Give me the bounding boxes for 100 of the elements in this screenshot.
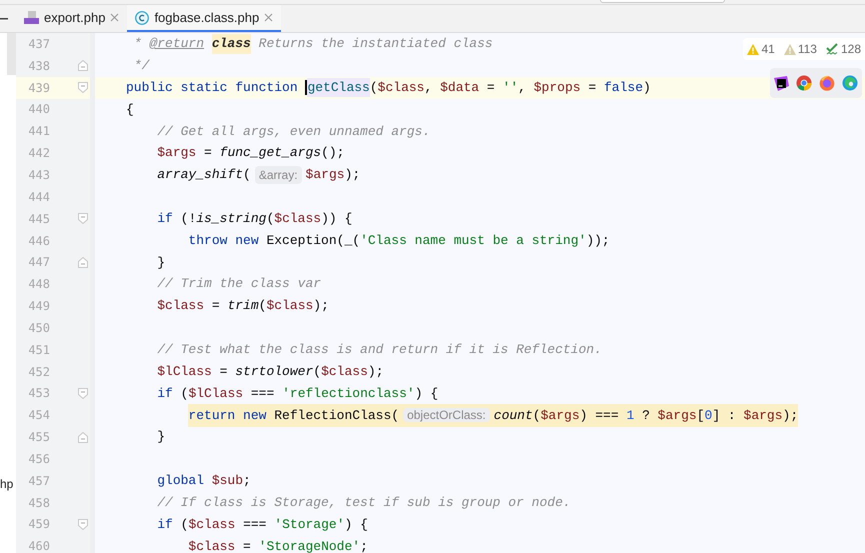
code-token: )) { xyxy=(321,210,352,228)
class-file-icon xyxy=(135,10,150,24)
problem-count[interactable]: 128 xyxy=(840,40,861,58)
code-token: global xyxy=(157,472,206,490)
editor-tab[interactable]: fogbase.class.php xyxy=(127,5,282,32)
code-token: ); xyxy=(782,408,798,423)
line-number: 439 xyxy=(27,80,50,97)
ide-icon[interactable] xyxy=(774,76,789,90)
code-token: ) { xyxy=(344,516,368,534)
code-token: getClass xyxy=(307,78,370,98)
fold-icon[interactable] xyxy=(78,213,88,224)
code-token: $class xyxy=(157,297,204,316)
code-token: === xyxy=(250,384,276,403)
code-token: $class xyxy=(188,516,236,534)
browser-icon[interactable] xyxy=(842,75,858,91)
code-token: = xyxy=(243,538,252,553)
close-icon[interactable] xyxy=(110,13,120,22)
code-token: (! xyxy=(180,210,196,228)
line-number: 444 xyxy=(27,188,50,206)
parameter-hint: objectOrClass: xyxy=(403,408,490,422)
line-number: 445 xyxy=(27,210,50,228)
code-token: ( xyxy=(313,362,322,381)
code-token: $lClass xyxy=(188,384,244,403)
fold-icon[interactable] xyxy=(78,82,88,94)
close-icon[interactable] xyxy=(264,13,274,22)
code-token: throw new xyxy=(188,232,259,250)
code-token: ( xyxy=(258,297,266,316)
line-number: 437 xyxy=(27,36,50,53)
line-number: 450 xyxy=(27,320,50,337)
code-token: } xyxy=(157,428,166,446)
code-token: false xyxy=(604,78,643,97)
code-token: , xyxy=(518,78,527,97)
browser-icon[interactable] xyxy=(796,75,812,91)
code-token: public static function xyxy=(126,78,299,97)
fold-icon[interactable] xyxy=(78,432,88,443)
parameter-hint: &array: xyxy=(254,166,302,184)
code-token: ; xyxy=(360,538,368,553)
line-number: 440 xyxy=(27,101,50,118)
editor-tab[interactable]: export.php xyxy=(16,5,128,32)
code-token: 'StorageNode' xyxy=(258,538,360,553)
fold-icon[interactable] xyxy=(78,60,88,72)
code-token: is_string xyxy=(196,210,266,228)
code-token: ( xyxy=(370,78,378,97)
line-number: 457 xyxy=(27,472,50,490)
file-name: hp xyxy=(0,476,14,493)
code-token: */ xyxy=(134,57,150,76)
line-number: 455 xyxy=(27,429,50,446)
line-number: 447 xyxy=(27,254,50,272)
code-token: 'reflectionclass' xyxy=(282,384,415,403)
code-token: ( xyxy=(243,166,251,184)
code-token: class xyxy=(212,34,251,54)
code-token: ) xyxy=(643,78,651,97)
code-token: * xyxy=(134,35,142,54)
fold-icon[interactable] xyxy=(78,256,88,268)
code-token: ) === xyxy=(580,408,620,423)
line-number: 448 xyxy=(27,276,50,294)
code-token: = xyxy=(212,297,221,316)
php-file-icon xyxy=(24,10,39,24)
code-token: @return xyxy=(149,35,204,54)
code-token: , xyxy=(424,78,434,97)
code-token: ) { xyxy=(414,384,438,403)
check-icon xyxy=(826,43,839,55)
line-number: 453 xyxy=(27,385,50,402)
scrollbar-thumb[interactable] xyxy=(7,33,16,75)
code-token: // Test what the class is and return if it is Reflection. xyxy=(157,340,602,359)
code-token: ); xyxy=(344,166,360,184)
problem-count[interactable]: 41 xyxy=(761,40,775,58)
code-token: // If class is Storage, test if sub is group or node. xyxy=(157,494,571,512)
warning-icon xyxy=(747,44,760,54)
line-number: 460 xyxy=(27,538,50,553)
code-token: $props xyxy=(534,78,581,97)
toolbar-field[interactable] xyxy=(600,0,725,3)
browser-icon[interactable] xyxy=(819,75,835,91)
code-token: ( xyxy=(180,384,188,403)
code-token: func_get_args xyxy=(220,144,322,162)
code-token: = xyxy=(588,78,598,97)
line-number: 452 xyxy=(27,364,50,381)
code-token: ] : xyxy=(712,408,737,423)
code-token: ReflectionClass( xyxy=(274,408,400,423)
code-token: if xyxy=(157,384,173,403)
code-token: ( xyxy=(532,408,541,423)
line-number: 456 xyxy=(27,450,50,468)
code-token: ( xyxy=(266,210,274,228)
code-token: ); xyxy=(368,362,384,381)
code-token: 'Storage' xyxy=(274,516,345,534)
line-number: 442 xyxy=(27,145,50,162)
code-token: $sub xyxy=(212,472,244,490)
code-token: ( xyxy=(180,516,188,534)
warning-icon xyxy=(784,44,796,54)
code-token: === xyxy=(243,516,268,534)
code-token: count xyxy=(494,408,533,423)
code-token: // Get all args, even unnamed args. xyxy=(157,122,430,141)
fold-icon[interactable] xyxy=(78,388,88,399)
line-number: 458 xyxy=(27,494,50,512)
minimize-icon[interactable] xyxy=(0,18,8,20)
problem-count[interactable]: 113 xyxy=(798,40,817,58)
code-token: Returns the instantiated class xyxy=(258,35,493,54)
fold-icon[interactable] xyxy=(78,518,88,530)
code-token: (); xyxy=(321,144,344,162)
line-number: 441 xyxy=(27,123,50,140)
